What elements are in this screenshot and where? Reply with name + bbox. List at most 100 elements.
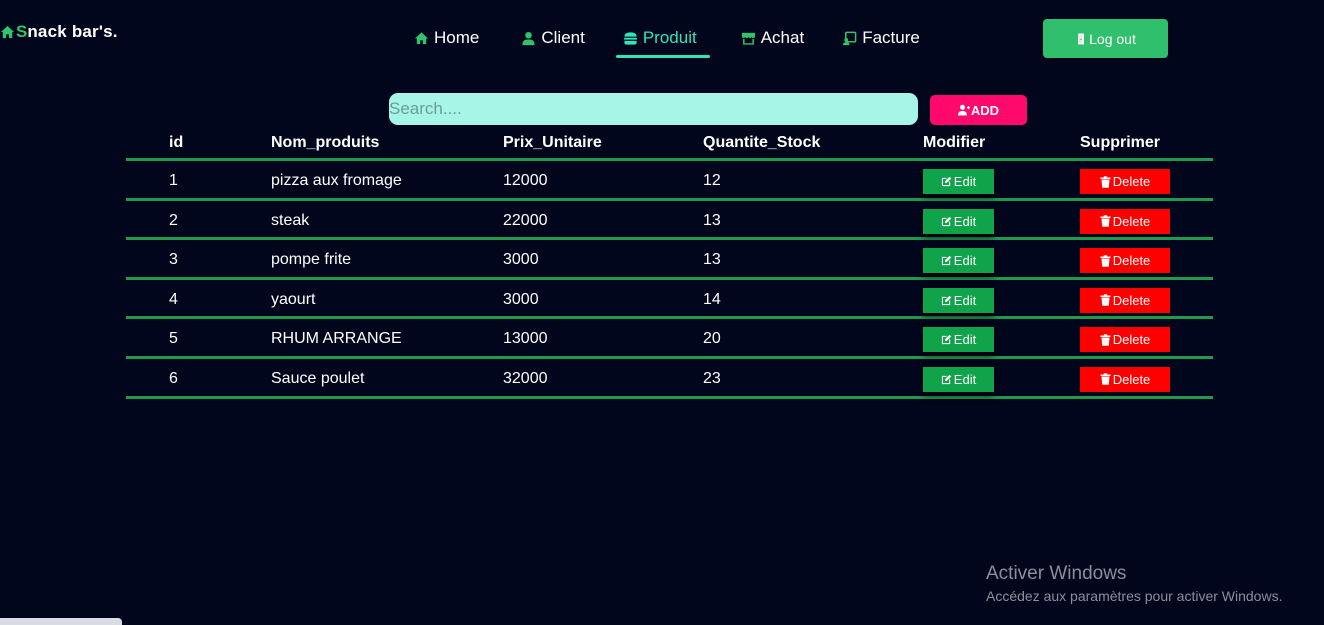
trash-icon — [1100, 294, 1111, 306]
nav-achat[interactable]: Achat — [741, 28, 804, 54]
add-label: ADD — [970, 102, 1000, 118]
cell-nom-produit: pompe frite — [271, 251, 352, 269]
nav-facture[interactable]: Facture — [842, 28, 920, 54]
delete-label: Delete — [1112, 213, 1151, 229]
browser-status-bar — [0, 618, 122, 625]
trash-icon — [1100, 175, 1111, 188]
products-table: id Nom_produits Prix_Unitaire Quantite_S… — [126, 127, 1213, 399]
main-nav: Home Client Produit Achat Facture — [414, 28, 920, 58]
cell-prix-unitaire: 12000 — [503, 172, 548, 189]
edit-button[interactable]: Edit — [923, 327, 994, 353]
edit-label: Edit — [953, 253, 977, 269]
trash-icon — [1100, 254, 1111, 267]
delete-label: Delete — [1112, 332, 1151, 348]
nav-home-label: Home — [434, 28, 480, 47]
cell-nom-produit: steak — [271, 211, 310, 229]
nav-produit-label: Produit — [642, 28, 697, 47]
edit-label: Edit — [953, 292, 977, 308]
header-supprimer: Supprimer — [1080, 134, 1161, 151]
home-icon — [414, 31, 429, 44]
table-row: 4 yaourt 3000 14 Edit Delete — [126, 280, 1213, 320]
edit-button[interactable]: Edit — [923, 248, 994, 274]
invoice-icon — [843, 31, 857, 45]
cell-id: 3 — [169, 251, 178, 269]
edit-label: Edit — [953, 174, 977, 189]
delete-label: Delete — [1112, 371, 1151, 387]
nav-produit[interactable]: Produit — [615, 28, 710, 58]
brand-name: nack bar's. — [27, 22, 118, 41]
edit-button[interactable]: Edit — [923, 169, 994, 194]
cell-nom-produit: yaourt — [271, 290, 316, 308]
edit-button[interactable]: Edit — [923, 208, 994, 234]
cell-quantite-stock: 20 — [703, 330, 721, 348]
trash-icon — [1100, 334, 1111, 346]
edit-label: Edit — [953, 213, 977, 229]
table-row: 3 pompe frite 3000 13 Edit Delete — [126, 240, 1213, 280]
delete-label: Delete — [1112, 292, 1151, 308]
page: Snack bar's. Home Client Produit Achat F… — [0, 0, 1324, 625]
user-icon — [522, 31, 535, 45]
nav-facture-label: Facture — [862, 28, 920, 47]
cell-id: 6 — [169, 369, 178, 387]
cell-nom-produit: pizza aux fromage — [271, 172, 402, 189]
watermark-subtitle: Accédez aux paramètres pour activer Wind… — [986, 588, 1283, 604]
header-modifier: Modifier — [923, 134, 986, 151]
brand-logo[interactable]: Snack bar's. — [0, 22, 118, 42]
edit-label: Edit — [953, 332, 977, 348]
cell-id: 5 — [169, 330, 178, 348]
delete-button[interactable]: Delete — [1080, 169, 1170, 194]
trash-icon — [1100, 215, 1111, 227]
table-row: 5 RHUM ARRANGE 13000 20 Edit Delete — [126, 319, 1213, 359]
delete-button[interactable]: Delete — [1080, 287, 1170, 313]
brand-initial: S — [16, 22, 28, 41]
home-icon — [0, 25, 15, 38]
nav-client-label: Client — [541, 28, 585, 47]
edit-icon — [941, 374, 952, 385]
logout-label: Log out — [1089, 30, 1136, 47]
cell-prix-unitaire: 13000 — [503, 330, 548, 348]
edit-button[interactable]: Edit — [923, 287, 994, 313]
cell-id: 2 — [169, 211, 178, 229]
user-plus-icon — [957, 104, 970, 116]
header-quantite-stock: Quantite_Stock — [703, 134, 821, 151]
edit-button[interactable]: Edit — [923, 366, 994, 392]
delete-button[interactable]: Delete — [1080, 327, 1170, 353]
table-row: 2 steak 22000 13 Edit Delete — [126, 201, 1213, 241]
header-id: id — [169, 134, 184, 151]
cell-prix-unitaire: 22000 — [503, 211, 548, 229]
table-header: id Nom_produits Prix_Unitaire Quantite_S… — [126, 127, 1213, 161]
search-input[interactable] — [389, 93, 918, 125]
delete-button[interactable]: Delete — [1080, 208, 1170, 234]
cell-quantite-stock: 12 — [703, 172, 721, 189]
table-row: 6 Sauce poulet 32000 23 Edit Delete — [126, 359, 1213, 399]
cell-prix-unitaire: 3000 — [503, 251, 539, 269]
cell-quantite-stock: 13 — [703, 211, 721, 229]
cell-prix-unitaire: 32000 — [503, 369, 548, 387]
cell-quantite-stock: 14 — [703, 290, 721, 308]
store-icon — [741, 32, 755, 45]
cell-id: 4 — [169, 290, 178, 308]
watermark-title: Activer Windows — [986, 563, 1127, 584]
edit-icon — [941, 255, 952, 266]
cell-id: 1 — [169, 172, 178, 189]
burger-icon — [623, 31, 637, 45]
edit-label: Edit — [953, 371, 977, 387]
windows-activation-watermark: Activer Windows Accédez aux paramètres p… — [986, 563, 1282, 604]
delete-button[interactable]: Delete — [1080, 248, 1170, 274]
delete-label: Delete — [1112, 174, 1151, 189]
nav-client[interactable]: Client — [521, 28, 585, 54]
cell-nom-produit: Sauce poulet — [271, 369, 365, 387]
cell-prix-unitaire: 3000 — [503, 290, 539, 308]
trash-icon — [1100, 373, 1111, 386]
edit-icon — [941, 295, 952, 305]
delete-button[interactable]: Delete — [1080, 366, 1170, 392]
table-body: 1 pizza aux fromage 12000 12 Edit Delete 2 stea… — [126, 161, 1213, 399]
edit-icon — [941, 216, 952, 226]
nav-achat-label: Achat — [760, 28, 805, 47]
add-product-button[interactable]: ADD — [930, 95, 1027, 125]
logout-button[interactable]: Log out — [1043, 19, 1168, 58]
edit-icon — [941, 176, 952, 187]
nav-home[interactable]: Home — [414, 28, 479, 54]
cell-quantite-stock: 23 — [703, 369, 721, 387]
door-icon — [1078, 33, 1085, 44]
